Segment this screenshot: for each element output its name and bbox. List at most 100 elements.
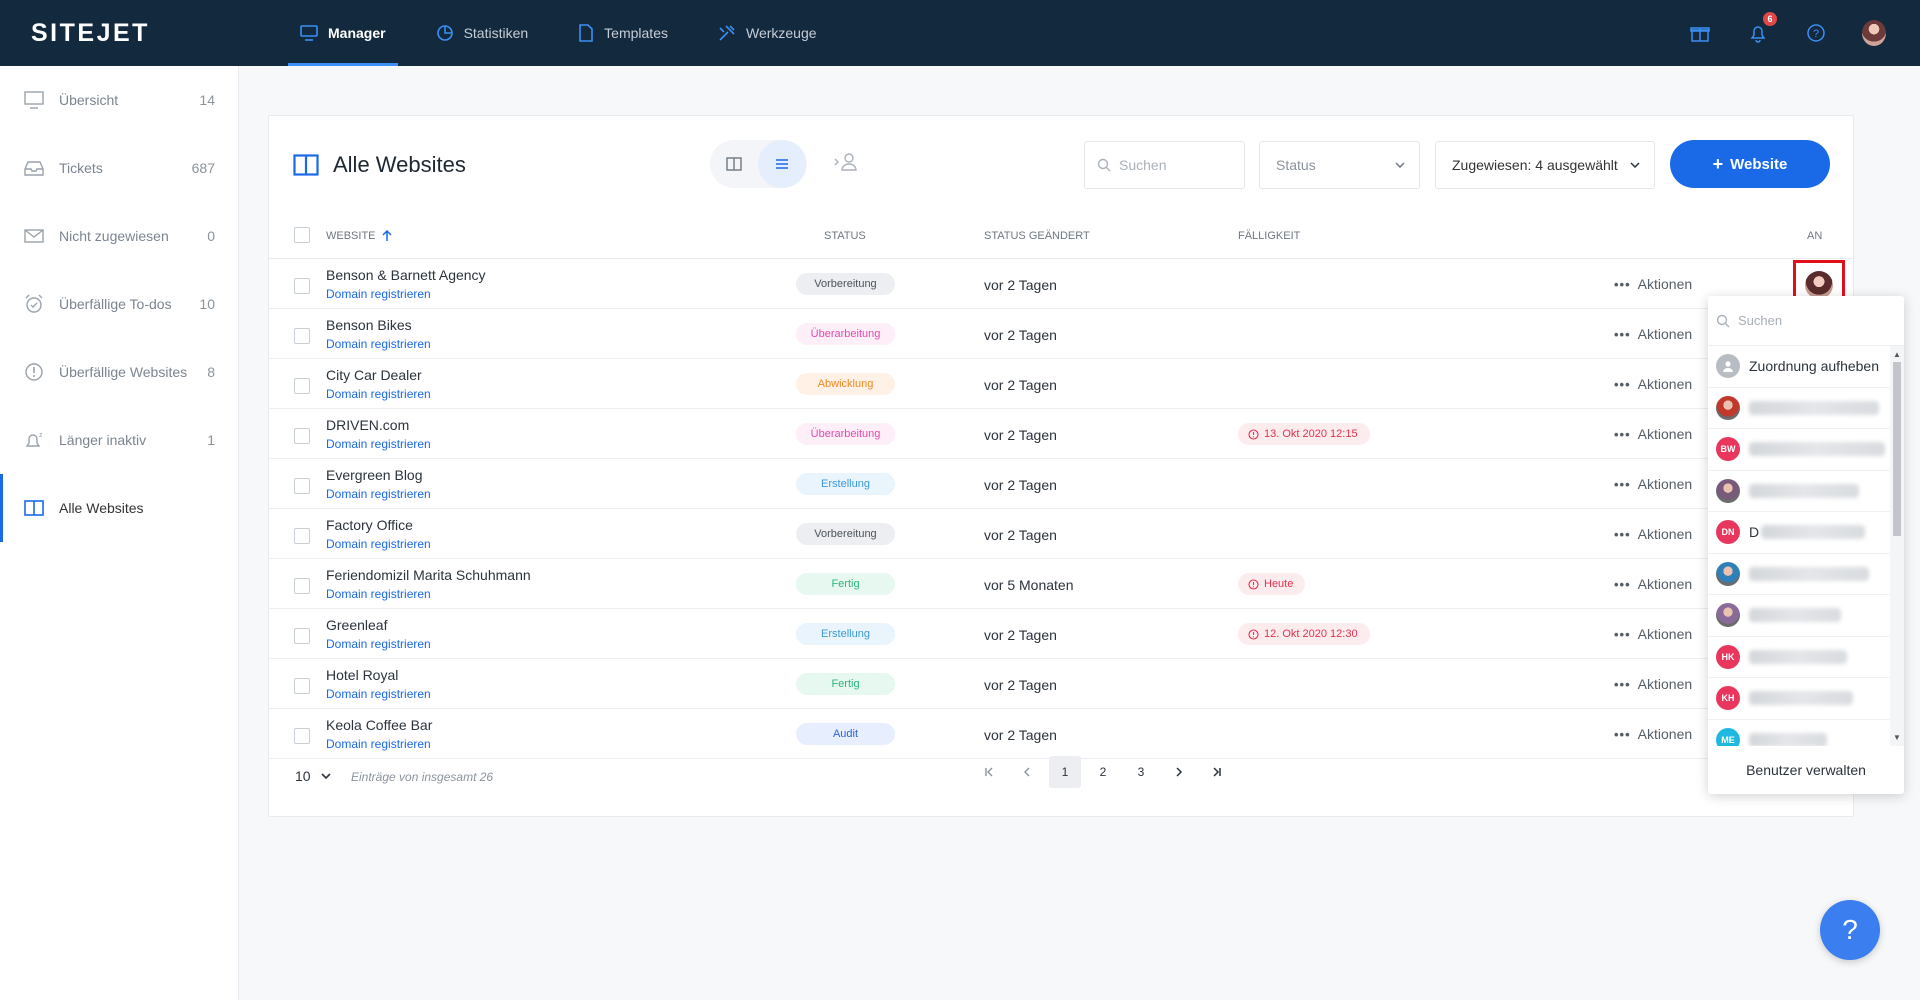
domain-register-link[interactable]: Domain registrieren bbox=[326, 687, 431, 701]
page-1-button[interactable]: 1 bbox=[1049, 756, 1081, 788]
sidebar-item-tickets[interactable]: Tickets 687 bbox=[0, 134, 238, 202]
domain-register-link[interactable]: Domain registrieren bbox=[326, 387, 431, 401]
status-badge[interactable]: Vorbereitung bbox=[796, 523, 895, 545]
domain-register-link[interactable]: Domain registrieren bbox=[326, 637, 431, 651]
actions-button[interactable]: ••• Aktionen bbox=[1614, 726, 1692, 742]
row-checkbox[interactable] bbox=[294, 628, 310, 644]
unassign-option[interactable]: Zuordnung aufheben bbox=[1708, 346, 1890, 388]
table-row[interactable]: Benson Bikes Domain registrieren Überarbei… bbox=[269, 310, 1853, 359]
assign-user-icon[interactable] bbox=[834, 152, 858, 175]
column-due[interactable]: Fälligkeit bbox=[1238, 230, 1300, 242]
status-badge[interactable]: Fertig bbox=[796, 573, 895, 595]
nav-manager[interactable]: Manager bbox=[288, 0, 398, 66]
website-name[interactable]: Keola Coffee Bar bbox=[326, 717, 432, 733]
status-badge[interactable]: Erstellung bbox=[796, 623, 895, 645]
actions-button[interactable]: ••• Aktionen bbox=[1614, 576, 1692, 592]
user-option[interactable] bbox=[1708, 595, 1890, 637]
actions-button[interactable]: ••• Aktionen bbox=[1614, 426, 1692, 442]
select-all-checkbox[interactable] bbox=[294, 227, 310, 243]
column-website[interactable]: Website bbox=[326, 230, 392, 242]
table-row[interactable]: City Car Dealer Domain registrieren Abwick… bbox=[269, 360, 1853, 409]
column-status-changed[interactable]: Status geändert bbox=[984, 230, 1090, 242]
website-name[interactable]: Evergreen Blog bbox=[326, 467, 423, 483]
website-name[interactable]: Benson & Barnett Agency bbox=[326, 267, 486, 283]
status-badge[interactable]: Überarbeitung bbox=[796, 423, 895, 445]
prev-page-button[interactable] bbox=[1011, 756, 1043, 788]
user-option[interactable] bbox=[1708, 471, 1890, 512]
sidebar-item-laenger-inaktiv[interactable]: z Länger inaktiv 1 bbox=[0, 406, 238, 474]
table-row[interactable]: Feriendomizil Marita Schuhmann Domain reg… bbox=[269, 560, 1853, 609]
last-page-button[interactable] bbox=[1201, 756, 1233, 788]
help-chat-button[interactable]: ? bbox=[1820, 900, 1880, 960]
website-name[interactable]: Feriendomizil Marita Schuhmann bbox=[326, 567, 531, 583]
table-row[interactable]: Benson & Barnett Agency Domain registrier… bbox=[269, 260, 1853, 309]
actions-button[interactable]: ••• Aktionen bbox=[1614, 626, 1692, 642]
row-checkbox[interactable] bbox=[294, 428, 310, 444]
table-row[interactable]: Keola Coffee Bar Domain registrieren Audit… bbox=[269, 710, 1853, 759]
user-option[interactable]: DN D bbox=[1708, 512, 1890, 554]
website-name[interactable]: City Car Dealer bbox=[326, 367, 422, 383]
domain-register-link[interactable]: Domain registrieren bbox=[326, 337, 431, 351]
status-badge[interactable]: Audit bbox=[796, 723, 895, 745]
table-row[interactable]: Greenleaf Domain registrieren Erstellung vo… bbox=[269, 610, 1853, 659]
actions-button[interactable]: ••• Aktionen bbox=[1614, 526, 1692, 542]
nav-statistiken[interactable]: Statistiken bbox=[424, 0, 541, 66]
domain-register-link[interactable]: Domain registrieren bbox=[326, 587, 431, 601]
status-badge[interactable]: Überarbeitung bbox=[796, 323, 895, 345]
table-row[interactable]: Evergreen Blog Domain registrieren Erstell… bbox=[269, 460, 1853, 509]
status-badge[interactable]: Abwicklung bbox=[796, 373, 895, 395]
first-page-button[interactable] bbox=[973, 756, 1005, 788]
user-option[interactable]: BW bbox=[1708, 429, 1890, 471]
status-select[interactable]: Status bbox=[1259, 141, 1420, 189]
manage-users-link[interactable]: Benutzer verwalten bbox=[1708, 746, 1904, 794]
domain-register-link[interactable]: Domain registrieren bbox=[326, 537, 431, 551]
next-page-button[interactable] bbox=[1163, 756, 1195, 788]
nav-templates[interactable]: Templates bbox=[566, 0, 680, 66]
dropdown-search-input[interactable]: Suchen bbox=[1708, 296, 1904, 346]
website-name[interactable]: Factory Office bbox=[326, 517, 413, 533]
website-name[interactable]: Hotel Royal bbox=[326, 667, 398, 683]
row-checkbox[interactable] bbox=[294, 728, 310, 744]
logo[interactable]: SITEJET bbox=[31, 19, 288, 48]
page-2-button[interactable]: 2 bbox=[1087, 756, 1119, 788]
gift-icon[interactable] bbox=[1688, 21, 1712, 45]
user-option[interactable] bbox=[1708, 554, 1890, 595]
domain-register-link[interactable]: Domain registrieren bbox=[326, 737, 431, 751]
actions-button[interactable]: ••• Aktionen bbox=[1614, 476, 1692, 492]
user-avatar[interactable] bbox=[1862, 20, 1886, 46]
scroll-down-icon[interactable]: ▼ bbox=[1893, 733, 1901, 742]
website-name[interactable]: Benson Bikes bbox=[326, 317, 412, 333]
sidebar-item-ueberfaellige-websites[interactable]: Überfällige Websites 8 bbox=[0, 338, 238, 406]
table-row[interactable]: Hotel Royal Domain registrieren Fertig vor … bbox=[269, 660, 1853, 709]
domain-register-link[interactable]: Domain registrieren bbox=[326, 287, 431, 301]
sidebar-item-alle-websites[interactable]: Alle Websites bbox=[0, 474, 238, 542]
user-option[interactable]: KH bbox=[1708, 678, 1890, 720]
bell-icon[interactable]: 6 bbox=[1746, 12, 1777, 45]
assigned-select[interactable]: Zugewiesen: 4 ausgewählt bbox=[1435, 141, 1655, 189]
domain-register-link[interactable]: Domain registrieren bbox=[326, 437, 431, 451]
domain-register-link[interactable]: Domain registrieren bbox=[326, 487, 431, 501]
column-status[interactable]: Status bbox=[824, 230, 866, 242]
add-website-button[interactable]: + Website bbox=[1670, 140, 1830, 188]
scroll-up-icon[interactable]: ▲ bbox=[1893, 350, 1901, 359]
sidebar-item-uebersicht[interactable]: Übersicht 14 bbox=[0, 66, 238, 134]
dropdown-scrollbar[interactable]: ▲ ▼ bbox=[1890, 346, 1904, 746]
per-page-select[interactable]: 10 bbox=[295, 768, 331, 784]
table-row[interactable]: DRIVEN.com Domain registrieren Überarbeitu… bbox=[269, 410, 1853, 459]
row-checkbox[interactable] bbox=[294, 328, 310, 344]
table-row[interactable]: Factory Office Domain registrieren Vorbere… bbox=[269, 510, 1853, 559]
actions-button[interactable]: ••• Aktionen bbox=[1614, 326, 1692, 342]
user-option[interactable]: ME bbox=[1708, 720, 1890, 746]
actions-button[interactable]: ••• Aktionen bbox=[1614, 276, 1692, 292]
nav-werkzeuge[interactable]: Werkzeuge bbox=[706, 0, 829, 66]
row-checkbox[interactable] bbox=[294, 278, 310, 294]
list-view-button[interactable] bbox=[758, 140, 806, 188]
actions-button[interactable]: ••• Aktionen bbox=[1614, 376, 1692, 392]
status-badge[interactable]: Fertig bbox=[796, 673, 895, 695]
actions-button[interactable]: ••• Aktionen bbox=[1614, 676, 1692, 692]
search-input[interactable]: Suchen bbox=[1084, 141, 1245, 189]
website-name[interactable]: DRIVEN.com bbox=[326, 417, 409, 433]
board-view-button[interactable] bbox=[710, 140, 758, 188]
sidebar-item-ueberfaellige-todos[interactable]: Überfällige To-dos 10 bbox=[0, 270, 238, 338]
user-option[interactable]: HK bbox=[1708, 637, 1890, 678]
